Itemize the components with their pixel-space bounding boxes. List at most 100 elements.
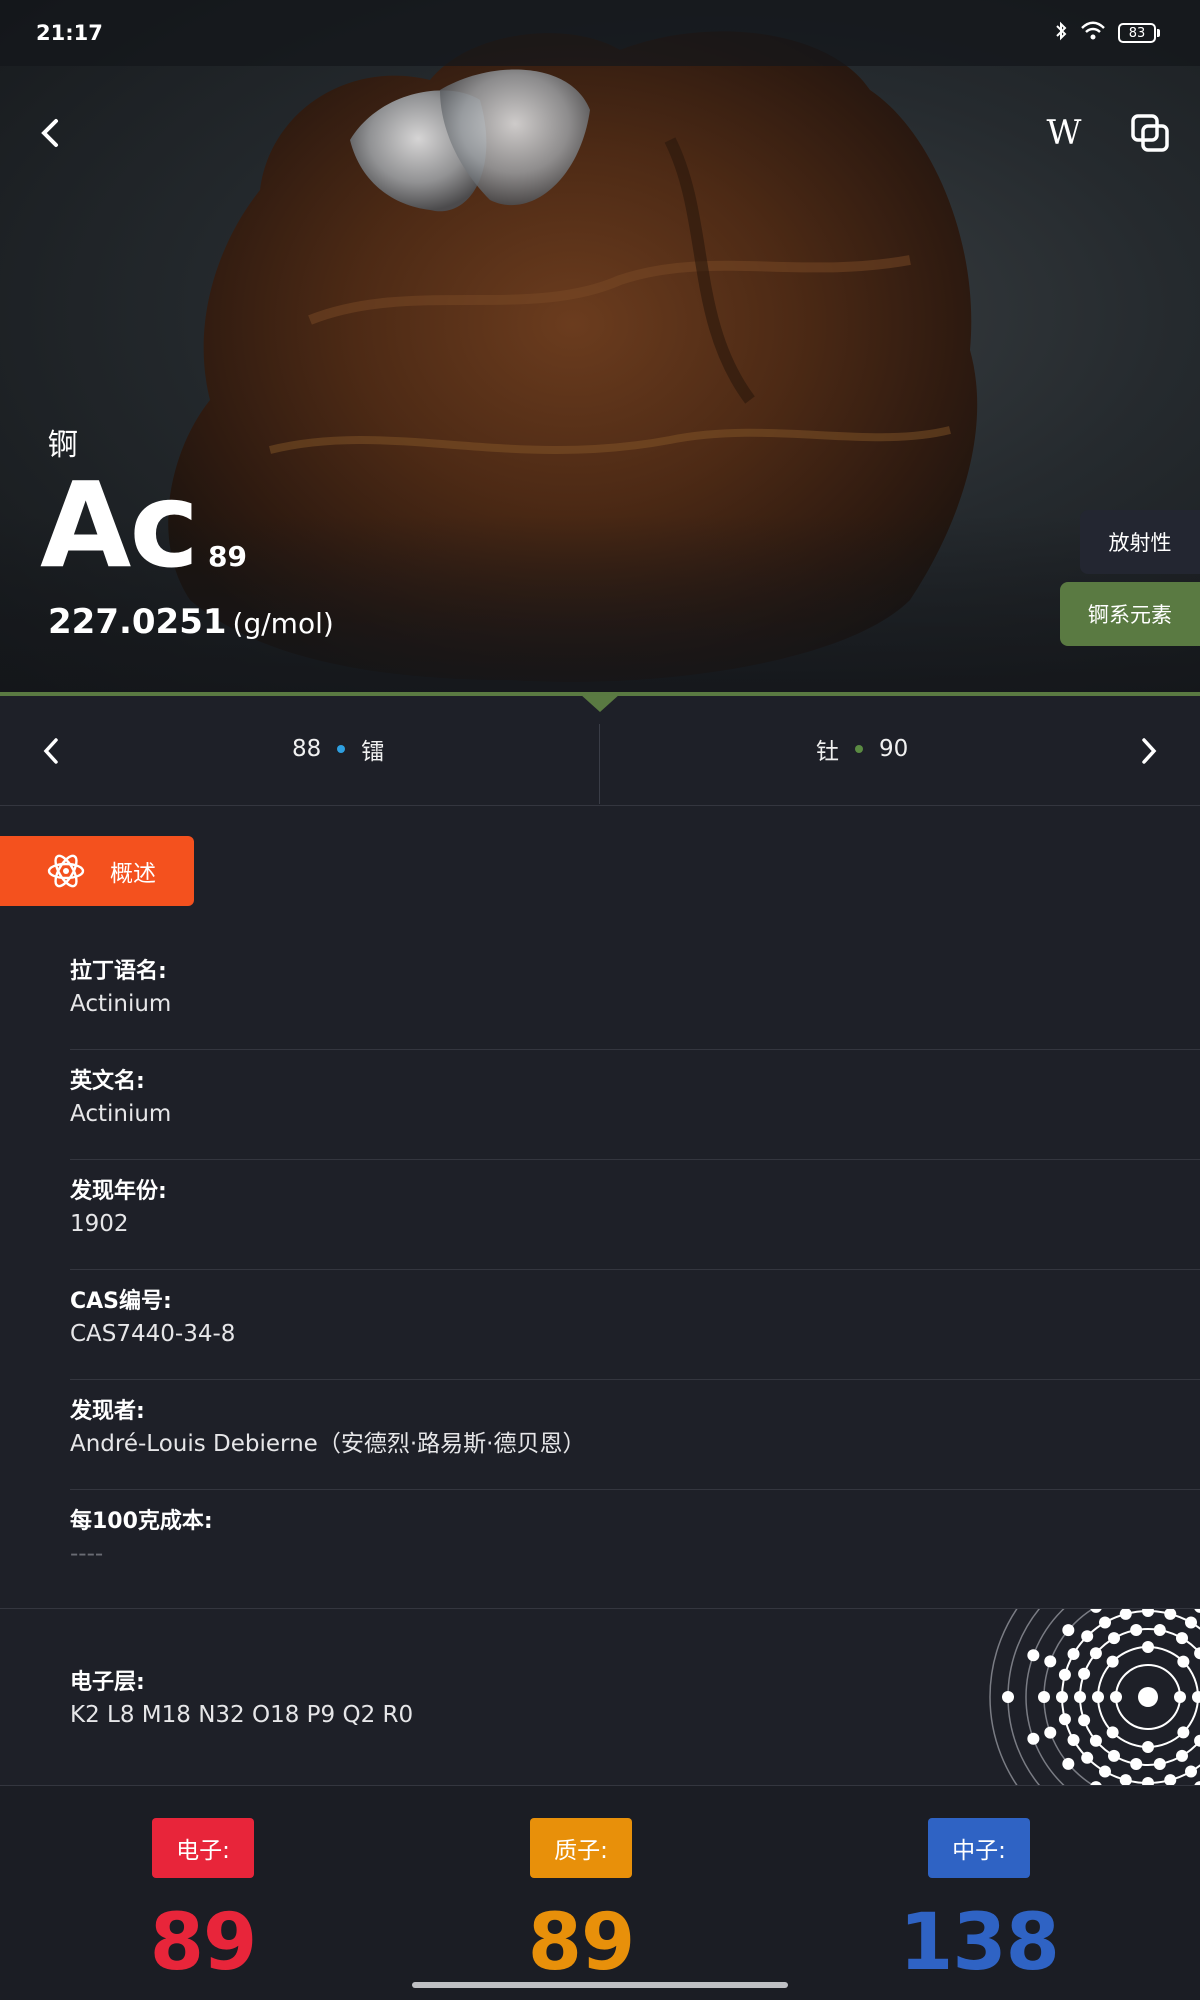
electron-dot	[1074, 1691, 1086, 1703]
electron-dot	[1081, 1751, 1094, 1764]
prev-element-name: 镭	[361, 739, 385, 765]
neutron-count: 中子: 138	[859, 1818, 1099, 1988]
back-button[interactable]	[22, 105, 78, 161]
electron-dot	[1110, 1691, 1122, 1703]
electron-dot	[1119, 1774, 1132, 1785]
electron-dot	[1142, 1777, 1154, 1785]
proton-count: 质子: 89	[461, 1818, 701, 1988]
info-row-english-name: 英文名: Actinium	[70, 1050, 1200, 1160]
tab-overview[interactable]: 概述	[0, 836, 194, 906]
electron-dot	[1194, 1609, 1200, 1613]
electron-dot	[1062, 1757, 1075, 1770]
wikipedia-button[interactable]: W	[1036, 105, 1092, 161]
info-list: 拉丁语名: Actinium 英文名: Actinium 发现年份: 1902 …	[70, 940, 1200, 1614]
electron-dot	[1177, 1726, 1190, 1739]
status-time: 21:17	[36, 21, 103, 45]
electron-dot	[1078, 1667, 1091, 1680]
chevron-left-icon	[41, 119, 58, 147]
electron-dot	[1108, 1632, 1120, 1645]
info-label: CAS编号:	[70, 1289, 172, 1314]
prev-element-button[interactable]	[26, 726, 76, 776]
electron-dot	[1089, 1734, 1102, 1747]
element-navigation: 88 镭 钍 90	[0, 696, 1200, 806]
electron-dot	[1099, 1616, 1111, 1629]
proton-value: 89	[527, 1898, 636, 1988]
atomic-mass-value: 227.0251	[48, 602, 227, 642]
electron-dot	[1027, 1732, 1040, 1745]
next-element-dot	[855, 745, 863, 753]
element-symbol: Ac	[40, 456, 199, 594]
info-row-latin-name: 拉丁语名: Actinium	[70, 940, 1200, 1050]
next-element-button[interactable]	[1124, 726, 1174, 776]
chevron-left-icon	[43, 738, 58, 764]
info-label: 英文名:	[70, 1069, 145, 1094]
info-label: 每100克成本:	[70, 1509, 213, 1534]
nav-divider	[599, 724, 600, 804]
next-element-number: 90	[879, 736, 909, 762]
neutron-value: 138	[899, 1898, 1060, 1988]
battery-icon: 83	[1118, 23, 1160, 43]
shell-label: 电子层:	[70, 1670, 145, 1695]
info-value: ----	[70, 1541, 104, 1567]
electron-dot	[1130, 1624, 1143, 1637]
info-value: CAS7440-34-8	[70, 1321, 236, 1347]
wifi-icon	[1080, 21, 1106, 45]
atomic-mass: 227.0251 (g/mol)	[48, 602, 334, 642]
electron-dot	[1142, 1641, 1154, 1653]
prev-element[interactable]: 88 镭	[292, 732, 384, 766]
info-value: Actinium	[70, 1101, 172, 1127]
tab-overview-label: 概述	[110, 861, 156, 887]
info-value: Actinium	[70, 991, 172, 1017]
info-label: 拉丁语名:	[70, 959, 167, 984]
electron-dot	[1081, 1630, 1094, 1643]
shell-ring	[1007, 1609, 1041, 1785]
electron-dot	[1192, 1691, 1200, 1703]
electron-dot	[1164, 1774, 1177, 1785]
info-row-discovery-year: 发现年份: 1902	[70, 1160, 1200, 1270]
electron-dot	[1185, 1616, 1197, 1629]
info-value: André-Louis Debierne（安德烈·路易斯·德贝恩）	[70, 1431, 586, 1457]
next-element-name: 钍	[816, 739, 839, 765]
atomic-number: 89	[208, 540, 247, 573]
electron-dot	[1090, 1609, 1102, 1613]
electron-dot	[1027, 1649, 1040, 1662]
info-row-cas-number: CAS编号: CAS7440-34-8	[70, 1270, 1200, 1380]
electron-dot	[1153, 1757, 1166, 1770]
electron-dot	[1089, 1647, 1102, 1660]
electron-value: 89	[149, 1898, 258, 1988]
electron-dot	[1044, 1726, 1057, 1739]
battery-level: 83	[1118, 23, 1156, 43]
electron-count: 电子: 89	[83, 1818, 323, 1988]
info-row-cost: 每100克成本: ----	[70, 1490, 1200, 1614]
electron-dot	[1058, 1668, 1071, 1681]
chevron-right-icon	[1142, 738, 1157, 764]
electron-dot	[1106, 1726, 1119, 1739]
home-indicator[interactable]	[412, 1982, 788, 1988]
electron-shell-section: 电子层: K2 L8 M18 N32 O18 P9 Q2 R0	[0, 1608, 1200, 1786]
radioactive-tag[interactable]: 放射性	[1080, 510, 1200, 574]
electron-dot	[1142, 1609, 1154, 1617]
electron-shell-diagram	[989, 1609, 1200, 1785]
series-tag[interactable]: 锕系元素	[1060, 582, 1200, 646]
electron-dot	[1177, 1655, 1190, 1668]
electron-dot	[1130, 1757, 1143, 1770]
electron-dot	[1106, 1655, 1119, 1668]
hero-banner: 21:17 83 W 锕 Ac 89 227.0251 (g/mol) 放射性 锕…	[0, 0, 1200, 695]
info-label: 发现者:	[70, 1399, 145, 1424]
shell-value: K2 L8 M18 N32 O18 P9 Q2 R0	[70, 1702, 414, 1728]
electron-dot	[1176, 1632, 1188, 1645]
prev-element-number: 88	[292, 736, 322, 762]
electron-dot	[1067, 1734, 1080, 1746]
copy-icon	[1131, 114, 1169, 152]
electron-badge: 电子:	[152, 1818, 254, 1878]
electron-dot	[1176, 1749, 1188, 1762]
electron-dot	[1119, 1609, 1132, 1620]
electron-dot	[1108, 1749, 1120, 1762]
electron-dot	[1056, 1691, 1068, 1703]
electron-dot	[1099, 1765, 1111, 1778]
electron-dot	[1164, 1609, 1177, 1620]
copy-button[interactable]	[1122, 105, 1178, 161]
next-element[interactable]: 钍 90	[816, 732, 908, 766]
electron-dot	[1067, 1648, 1080, 1660]
particle-counts: 电子: 89 质子: 89 中子: 138	[0, 1786, 1200, 2000]
